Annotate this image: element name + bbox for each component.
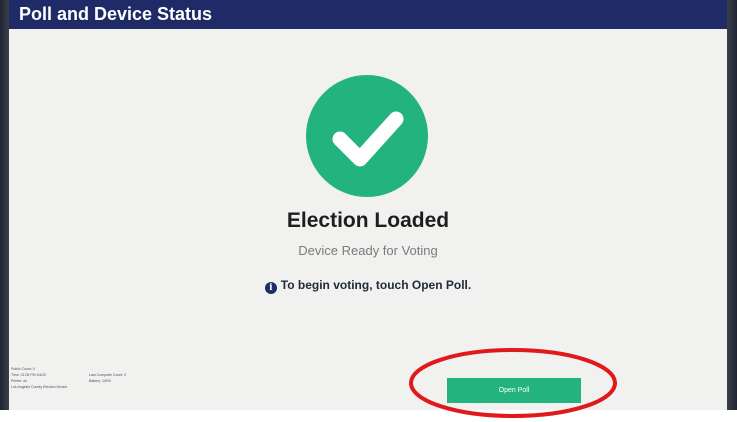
footer-printer: Printer: ok xyxy=(11,379,27,383)
photo-bottom-margin xyxy=(0,410,737,422)
footer-device-name: Los Angeles County Election Device xyxy=(11,385,68,389)
footer-public-count: Public Count: 0 xyxy=(11,367,35,371)
device-status-footer: Public Count: 0 Time: 01:05 PM 3/4/20 Las… xyxy=(11,366,126,390)
instruction-label: To begin voting, touch Open Poll. xyxy=(280,278,472,292)
device-screen: Poll and Device Status Election Loaded D… xyxy=(9,0,727,410)
footer-time: Time: 01:05 PM 3/4/20 xyxy=(11,373,47,377)
device-bezel-right xyxy=(727,0,737,410)
status-title: Election Loaded xyxy=(286,209,450,232)
instruction-text: i To begin voting, touch Open Poll. xyxy=(9,278,727,294)
info-icon: i xyxy=(264,282,277,294)
page-header: Poll and Device Status xyxy=(9,0,727,29)
device-bezel-left xyxy=(0,0,9,410)
footer-row: Los Angeles County Election Device xyxy=(11,384,67,390)
open-poll-button[interactable]: Open Poll xyxy=(447,378,581,403)
checkmark-icon xyxy=(306,75,428,197)
status-subtitle: Device Ready for Voting xyxy=(298,243,438,258)
footer-battery: Battery: 100% xyxy=(89,379,111,383)
photo-frame: Poll and Device Status Election Loaded D… xyxy=(0,0,737,422)
